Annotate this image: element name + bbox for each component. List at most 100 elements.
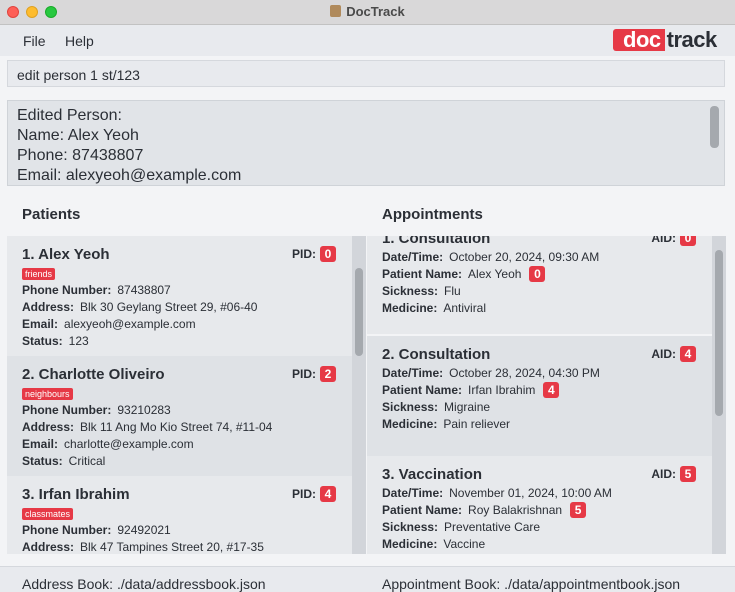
patient-tag: classmates	[22, 508, 74, 520]
pid-badge: 4	[320, 486, 336, 502]
patient-card[interactable]: 2. Charlotte Oliveiro PID: 2 neighbours P…	[7, 356, 352, 476]
appointment-card[interactable]: 1. Consultation AID: 0 Date/Time: October …	[367, 236, 712, 334]
result-line: Email: alexyeoh@example.com	[17, 167, 242, 184]
phone-value: 87438807	[117, 283, 171, 297]
patient-row: Patient Name: Alex Yeoh 0	[382, 266, 697, 283]
result-display[interactable]: Edited Person: Name: Alex Yeoh Phone: 87…	[7, 100, 725, 186]
appointment-id: AID: 0	[651, 236, 696, 247]
logo-doc-text: doc	[613, 29, 665, 51]
appointment-scrollbar-thumb[interactable]	[715, 250, 723, 416]
result-line: Phone: 87438807	[17, 147, 144, 164]
patient-value: Irfan Ibrahim	[468, 383, 536, 397]
pid-label: PID:	[292, 247, 316, 261]
datetime-row: Date/Time: October 28, 2024, 04:30 PM	[382, 365, 697, 382]
email-row: Email: alexyeoh@example.com	[22, 316, 337, 333]
appointment-id: AID: 4	[651, 346, 696, 363]
medicine-label: Medicine:	[382, 537, 438, 551]
phone-value: 93210283	[117, 403, 171, 417]
patient-pid-badge: 0	[529, 266, 546, 282]
datetime-label: Date/Time:	[382, 486, 444, 500]
patient-id: PID: 0	[292, 246, 336, 263]
command-input[interactable]: edit person 1 st/123	[7, 60, 725, 87]
medicine-row: Medicine: Pain reliever	[382, 416, 697, 433]
patient-card[interactable]: 1. Alex Yeoh PID: 0 friends Phone Number:…	[7, 236, 352, 356]
patient-label: Patient Name:	[382, 383, 463, 397]
address-row: Address: Blk 47 Tampines Street 20, #17-3…	[22, 539, 337, 554]
pid-label: PID:	[292, 367, 316, 381]
pid-badge: 2	[320, 366, 336, 382]
patient-value: Alex Yeoh	[468, 267, 522, 281]
status-row: Status: 123	[22, 333, 337, 350]
phone-row: Phone Number: 92492021	[22, 522, 337, 539]
window-title-area: DocTrack	[0, 4, 735, 19]
patient-pid-badge: 4	[543, 382, 560, 398]
email-row: Email: charlotte@example.com	[22, 436, 337, 453]
patient-list[interactable]: 1. Alex Yeoh PID: 0 friends Phone Number:…	[7, 236, 366, 554]
patient-list-scrollbar[interactable]	[352, 236, 366, 554]
appointment-book-path: Appointment Book: ./data/appointmentbook…	[382, 576, 681, 592]
aid-label: AID:	[651, 347, 676, 361]
medicine-row: Medicine: Vaccine	[382, 536, 697, 553]
datetime-row: Date/Time: November 01, 2024, 10:00 AM	[382, 485, 697, 502]
patient-id: PID: 2	[292, 366, 336, 383]
menu-file[interactable]: File	[23, 33, 46, 49]
patient-value: Roy Balakrishnan	[468, 503, 563, 517]
address-label: Address:	[22, 540, 75, 554]
aid-badge: 5	[680, 466, 696, 482]
aid-badge: 4	[680, 346, 696, 362]
address-label: Address:	[22, 300, 75, 314]
address-row: Address: Blk 30 Geylang Street 29, #06-40	[22, 299, 337, 316]
sickness-label: Sickness:	[382, 400, 439, 414]
sickness-row: Sickness: Flu	[382, 283, 697, 300]
patient-card[interactable]: 3. Irfan Ibrahim PID: 4 classmates Phone …	[7, 476, 352, 554]
medicine-label: Medicine:	[382, 301, 438, 315]
appointment-title: 3. Vaccination	[382, 466, 483, 483]
patient-name: 1. Alex Yeoh	[22, 246, 110, 263]
patient-label: Patient Name:	[382, 503, 463, 517]
result-line: Edited Person:	[17, 107, 122, 124]
menu-help[interactable]: Help	[65, 33, 94, 49]
app-icon	[330, 5, 342, 17]
patient-row: Patient Name: Irfan Ibrahim 4	[382, 382, 697, 399]
status-value: Critical	[68, 454, 106, 468]
patient-scrollbar-thumb[interactable]	[355, 268, 363, 356]
datetime-label: Date/Time:	[382, 250, 444, 264]
phone-label: Phone Number:	[22, 523, 112, 537]
sickness-value: Preventative Care	[444, 520, 541, 534]
address-value: Blk 47 Tampines Street 20, #17-35	[80, 540, 264, 554]
appointment-title: 1. Consultation	[382, 236, 491, 247]
datetime-value: October 20, 2024, 09:30 AM	[449, 250, 600, 264]
address-value: Blk 11 Ang Mo Kio Street 74, #11-04	[80, 420, 273, 434]
email-label: Email:	[22, 317, 59, 331]
datetime-value: October 28, 2024, 04:30 PM	[449, 366, 600, 380]
result-line: Name: Alex Yeoh	[17, 127, 139, 144]
patient-label: Patient Name:	[382, 267, 463, 281]
phone-value: 92492021	[117, 523, 171, 537]
address-label: Address:	[22, 420, 75, 434]
logo-track-text: track	[666, 27, 718, 52]
phone-label: Phone Number:	[22, 403, 112, 417]
email-label: Email:	[22, 437, 59, 451]
doctrack-logo: doc track	[613, 29, 717, 51]
appointment-card[interactable]: 2. Consultation AID: 4 Date/Time: October …	[367, 336, 712, 456]
address-book-path: Address Book: ./data/addressbook.json	[22, 576, 266, 592]
appointment-card[interactable]: 3. Vaccination AID: 5 Date/Time: November …	[367, 456, 712, 554]
title-bar: DocTrack	[0, 0, 735, 25]
patient-tag: neighbours	[22, 388, 73, 400]
pid-label: PID:	[292, 487, 316, 501]
appointments-heading: Appointments	[382, 206, 483, 223]
appointment-id: AID: 5	[651, 466, 696, 483]
phone-row: Phone Number: 87438807	[22, 282, 337, 299]
appointment-list-scrollbar[interactable]	[712, 236, 726, 554]
phone-row: Phone Number: 93210283	[22, 402, 337, 419]
address-row: Address: Blk 11 Ang Mo Kio Street 74, #11…	[22, 419, 337, 436]
sickness-row: Sickness: Preventative Care	[382, 519, 697, 536]
result-scrollbar-thumb[interactable]	[710, 106, 719, 148]
patient-name: 2. Charlotte Oliveiro	[22, 366, 165, 383]
email-value: charlotte@example.com	[64, 437, 194, 451]
patient-tag: friends	[22, 268, 56, 280]
medicine-label: Medicine:	[382, 417, 438, 431]
datetime-label: Date/Time:	[382, 366, 444, 380]
appointment-list[interactable]: 1. Consultation AID: 0 Date/Time: October …	[367, 236, 726, 554]
patient-id: PID: 4	[292, 486, 336, 503]
